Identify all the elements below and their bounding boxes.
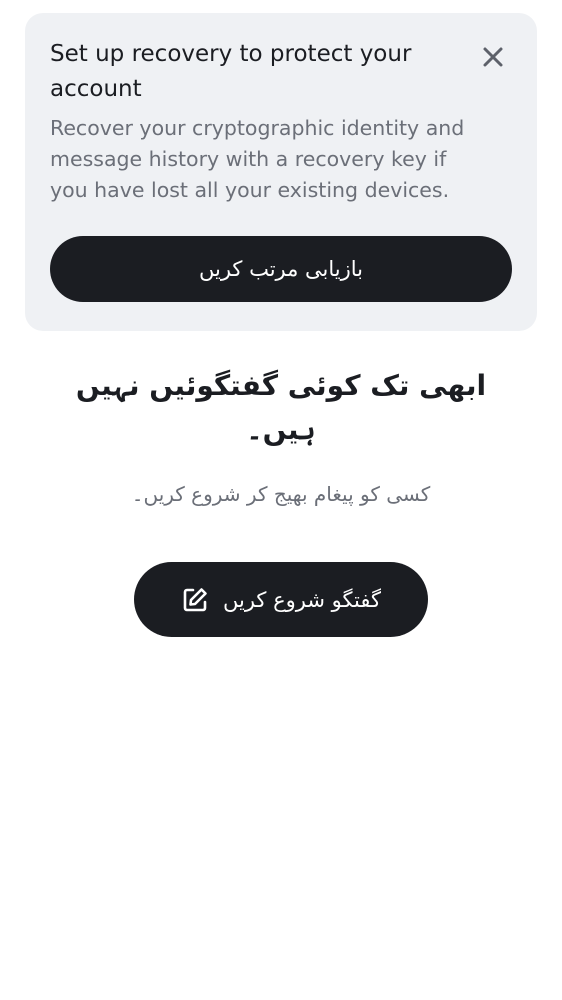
recovery-banner-description: Recover your cryptographic identity and …	[50, 116, 465, 202]
close-banner-button[interactable]	[477, 41, 509, 73]
start-chat-button[interactable]: گفتگو شروع کریں	[134, 562, 428, 637]
empty-state-heading: ابھی تک کوئی گفتگوئیں نہیں ہیں۔	[75, 369, 487, 446]
recovery-banner: Set up recovery to protect your account …	[25, 13, 537, 331]
start-chat-label: گفتگو شروع کریں	[222, 587, 382, 612]
empty-state-subtitle: کسی کو پیغام بھیج کر شروع کریں۔	[131, 482, 431, 506]
setup-recovery-button[interactable]: بازیابی مرتب کریں	[50, 236, 512, 302]
compose-icon	[181, 586, 209, 614]
close-icon	[483, 47, 503, 67]
recovery-banner-title: Set up recovery to protect your account	[50, 41, 412, 102]
